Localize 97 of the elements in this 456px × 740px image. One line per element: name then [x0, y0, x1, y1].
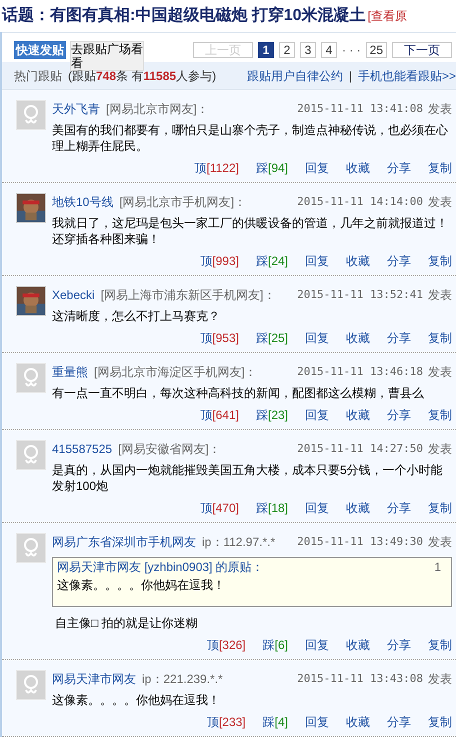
posted-label: 发表	[428, 671, 452, 687]
post-date: 2015-11-11 13:43:08	[297, 671, 423, 687]
post-date: 2015-11-11 13:46:18	[297, 364, 423, 380]
user-origin: [网易安徽省网友]：	[118, 441, 221, 457]
upvote-link[interactable]: 顶[641]	[200, 407, 239, 423]
comment-stats: (跟贴748条 有11585人参与)	[68, 68, 216, 84]
action-link[interactable]: 复制	[428, 714, 452, 730]
post-date: 2015-11-11 14:27:50	[297, 441, 423, 457]
downvote-link[interactable]: 踩[24]	[256, 253, 288, 269]
action-link[interactable]: 回复	[305, 160, 329, 176]
action-link[interactable]: 回复	[305, 500, 329, 516]
downvote-link[interactable]: 踩[4]	[262, 714, 288, 730]
posted-label: 发表	[428, 534, 452, 550]
post-text: 美国有的我们都要有，哪怕只是山寨个壳子，制造点神秘传说，也必须在心理上糊弄住屁民。	[52, 122, 449, 154]
action-link[interactable]: 收藏	[346, 637, 370, 653]
upvote-link[interactable]: 顶[953]	[200, 330, 239, 346]
posted-label: 发表	[428, 364, 452, 380]
action-link[interactable]: 分享	[387, 637, 411, 653]
hot-comments-label: 热门跟贴	[14, 68, 62, 84]
post-text: 自主像□ 拍的就是让你迷糊	[54, 615, 199, 631]
quote-text: 这像素。。。。你他妈在逗我！	[57, 577, 226, 594]
username-link[interactable]: 415587525	[52, 441, 112, 457]
page-button[interactable]: 25	[366, 42, 387, 58]
link-separator: |	[348, 68, 352, 84]
page-button[interactable]: 3	[300, 42, 316, 58]
page-button[interactable]: 1	[258, 42, 274, 58]
username-link[interactable]: Xebecki	[52, 287, 95, 303]
floor-number: 1	[434, 559, 442, 575]
post-date: 2015-11-11 13:41:08	[297, 101, 423, 117]
user-origin: [网易北京市手机网友]：	[119, 194, 246, 210]
action-link[interactable]: 分享	[387, 330, 411, 346]
next-page-button[interactable]: 下一页	[392, 42, 452, 58]
posted-label: 发表	[428, 101, 452, 117]
post-text: 我就日了，这尼玛是包头一家工厂的供暖设备的管道，几年之前就报道过！还穿插各种图来骗！	[52, 215, 449, 247]
upvote-link[interactable]: 顶[993]	[200, 253, 239, 269]
action-link[interactable]: 收藏	[346, 253, 370, 269]
upvote-link[interactable]: 顶[1122]	[194, 160, 239, 176]
action-link[interactable]: 分享	[387, 714, 411, 730]
post-text: 这像素。。。。你他妈在逗我！	[52, 692, 221, 708]
action-link[interactable]: 复制	[428, 500, 452, 516]
action-link[interactable]: 收藏	[346, 500, 370, 516]
posted-label: 发表	[428, 287, 452, 303]
topic-title: 有图有真相:中国超级电磁炮 打穿10米混凝土	[50, 5, 366, 26]
action-link[interactable]: 复制	[428, 330, 452, 346]
user-origin: [网易北京市网友]：	[106, 101, 209, 117]
action-link[interactable]: 收藏	[346, 330, 370, 346]
downvote-link[interactable]: 踩[18]	[256, 500, 288, 516]
post-text: 是真的，从国内一炮就能摧毁美国五角大楼，成本只要5分钱，一个小时能发射100炮	[52, 462, 444, 494]
action-link[interactable]: 复制	[428, 407, 452, 423]
action-link[interactable]: 收藏	[346, 407, 370, 423]
mobile-link[interactable]: 手机也能看跟贴>>	[358, 66, 456, 84]
username-link[interactable]: 天外飞青	[52, 101, 100, 117]
user-origin: ip：221.239.*.*	[142, 671, 223, 687]
comment-square-button[interactable]: 去跟贴广场看看	[70, 41, 144, 71]
downvote-link[interactable]: 踩[6]	[262, 637, 288, 653]
upvote-link[interactable]: 顶[470]	[200, 500, 239, 516]
rules-link[interactable]: 跟贴用户自律公约	[246, 66, 343, 84]
quote-author: 网易天津市网友 [yzhbin0903] 的原贴：	[57, 559, 264, 575]
username-link[interactable]: 重量熊	[52, 364, 88, 380]
action-link[interactable]: 复制	[428, 637, 452, 653]
user-origin: ip：112.97.*.*	[202, 534, 276, 550]
action-link[interactable]: 回复	[305, 253, 329, 269]
page-ellipsis: · · ·	[342, 42, 361, 59]
quick-post-button[interactable]: 快速发贴	[14, 41, 66, 59]
view-original-link[interactable]: [查看原	[368, 7, 407, 25]
action-link[interactable]: 回复	[305, 714, 329, 730]
username-link[interactable]: 网易天津市网友	[52, 671, 136, 687]
action-link[interactable]: 分享	[387, 500, 411, 516]
action-link[interactable]: 复制	[428, 253, 452, 269]
username-link[interactable]: 地铁10号线	[52, 194, 114, 210]
user-origin: [网易北京市海淀区手机网友]：	[94, 364, 257, 380]
posted-label: 发表	[428, 194, 452, 210]
post-text: 这清晰度，怎么不打上马赛克？	[52, 308, 221, 324]
action-link[interactable]: 分享	[387, 253, 411, 269]
upvote-link[interactable]: 顶[233]	[206, 714, 246, 730]
action-link[interactable]: 回复	[305, 637, 329, 653]
user-origin: [网易上海市浦东新区手机网友]：	[100, 287, 276, 303]
action-link[interactable]: 收藏	[346, 160, 370, 176]
post-date: 2015-11-11 14:14:00	[297, 194, 423, 210]
post-date: 2015-11-11 13:52:41	[297, 287, 423, 303]
topic-label: 话题：	[2, 6, 50, 26]
post-date: 2015-11-11 13:49:30	[297, 534, 423, 550]
upvote-link[interactable]: 顶[326]	[206, 637, 246, 653]
downvote-link[interactable]: 踩[23]	[256, 407, 288, 423]
username-link[interactable]: 网易广东省深圳市手机网友	[52, 534, 196, 550]
page-button[interactable]: 2	[278, 42, 295, 58]
downvote-link[interactable]: 踩[25]	[256, 330, 288, 346]
post-text: 有一点一直不明白，每次这种高科技的新闻，配图都这么模糊，曹县么	[52, 385, 425, 401]
action-link[interactable]: 回复	[305, 407, 329, 423]
page-button[interactable]: 4	[320, 42, 337, 58]
action-link[interactable]: 分享	[387, 407, 411, 423]
posted-label: 发表	[428, 441, 452, 457]
action-link[interactable]: 回复	[305, 330, 329, 346]
action-link[interactable]: 收藏	[346, 714, 370, 730]
downvote-link[interactable]: 踩[94]	[256, 160, 288, 176]
action-link[interactable]: 分享	[387, 160, 411, 176]
action-link[interactable]: 复制	[428, 160, 452, 176]
